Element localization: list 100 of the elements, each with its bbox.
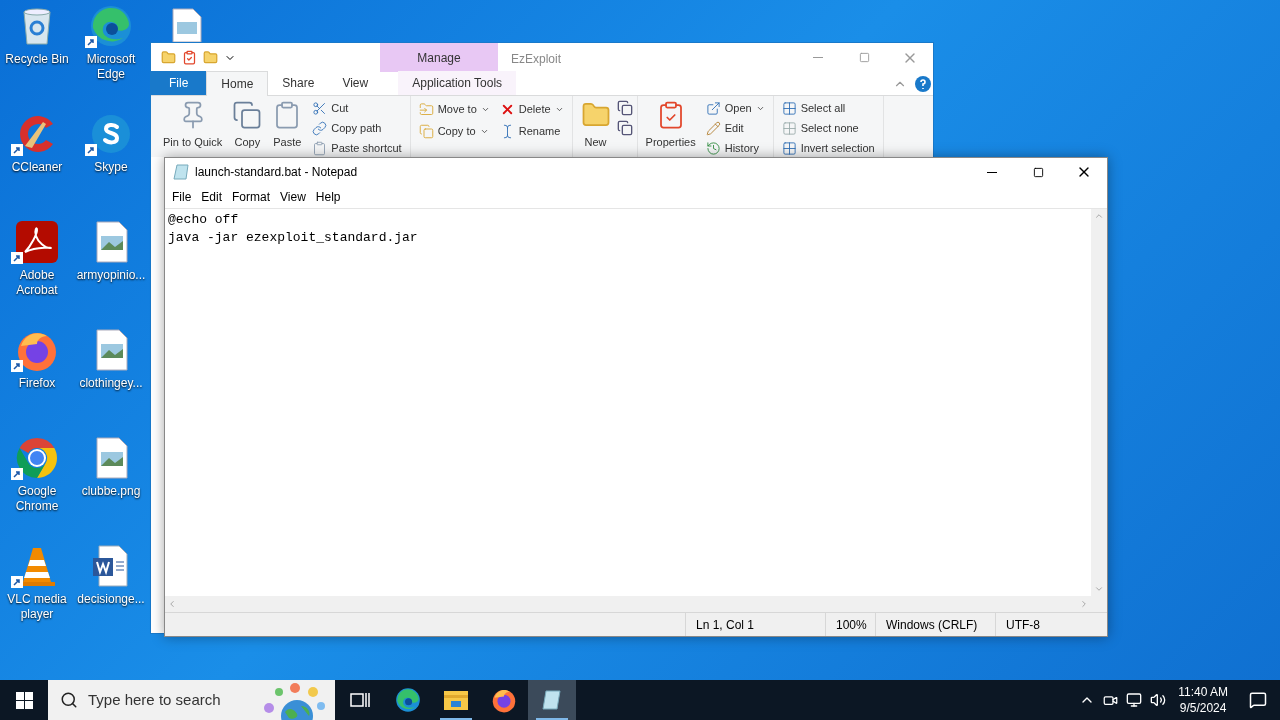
ribbon-button[interactable]: Edit	[701, 120, 769, 137]
folder-icon	[443, 689, 469, 711]
copy-icon	[418, 124, 434, 139]
grid-icon	[781, 121, 797, 136]
ribbon-button[interactable]: Paste	[268, 96, 307, 157]
search-icon	[60, 691, 78, 709]
copy-icon[interactable]	[616, 120, 633, 136]
shortcut-arrow-icon	[11, 360, 23, 372]
ribbon-button[interactable]: Copy	[228, 96, 267, 157]
maximize-icon	[1032, 166, 1044, 178]
scissors-icon	[312, 101, 328, 116]
desktop-icon-label[interactable]: armyopinio...	[75, 268, 147, 283]
ribbon-button[interactable]: Select none	[777, 120, 879, 137]
vertical-scrollbar[interactable]	[1091, 209, 1107, 596]
shortcut-arrow-icon	[11, 468, 23, 480]
window-title: EzExploit	[511, 51, 562, 68]
clock-icon	[705, 141, 721, 156]
firefox-logo-icon	[491, 687, 517, 713]
network-icon[interactable]	[1126, 692, 1143, 708]
desktop-icon-label[interactable]: CCleaner	[1, 160, 73, 175]
skype-logo-icon	[89, 112, 133, 156]
ribbon-tab[interactable]: View	[328, 71, 383, 95]
edge-logo-icon	[395, 687, 421, 713]
taskbar-app[interactable]	[528, 680, 576, 720]
status-field: UTF-8	[995, 613, 1107, 636]
ribbon-button[interactable]: Properties	[641, 96, 700, 157]
desktop-icon-label[interactable]: clubbe.png	[75, 484, 147, 499]
caret-icon	[480, 105, 490, 114]
desktop-icon-label[interactable]: Firefox	[1, 376, 73, 391]
edge-logo-icon	[89, 4, 133, 48]
desktop-icon-label[interactable]: Adobe Acrobat	[1, 268, 73, 298]
desktop-icon-label[interactable]: Microsoft Edge	[75, 52, 147, 82]
grid-icon	[781, 101, 797, 116]
notification-icon	[1249, 691, 1267, 709]
shortcut-arrow-icon	[11, 576, 23, 588]
pencil-icon	[705, 121, 721, 136]
context-tab-header: Manage	[380, 43, 498, 72]
folder-arrow-icon	[418, 102, 434, 117]
task-view-icon	[350, 691, 370, 709]
ribbon-button[interactable]: Copy to	[414, 122, 494, 141]
ribbon-tab[interactable]: Share	[268, 71, 329, 95]
menu-item[interactable]: Edit	[196, 188, 228, 206]
shortcut-arrow-icon	[11, 144, 23, 156]
checklist-icon[interactable]	[182, 50, 197, 65]
caret-icon	[479, 127, 489, 136]
ribbon-button[interactable]: Move to	[414, 100, 494, 119]
grid-icon	[781, 141, 797, 156]
clock[interactable]: 11:40 AM 9/5/2024	[1170, 684, 1236, 716]
windows-logo-icon	[15, 691, 33, 709]
maximize-icon	[858, 52, 870, 63]
status-field: 100%	[825, 613, 875, 636]
search-field[interactable]: Type here to search	[48, 680, 335, 720]
text-line: @echo off	[168, 211, 240, 229]
minimize-icon	[813, 57, 823, 58]
scroll-right-icon	[1079, 599, 1089, 609]
desktop-icon-label[interactable]: Skype	[75, 160, 147, 175]
text-line: java -jar ezexploit_standard.jar	[168, 229, 419, 247]
caret-icon	[755, 104, 765, 113]
caret-icon	[554, 105, 564, 114]
volume-icon[interactable]	[1150, 692, 1167, 708]
shortcut-arrow-icon	[85, 144, 97, 156]
menu-item[interactable]: View	[275, 188, 311, 206]
copy-icon[interactable]	[616, 100, 633, 116]
desktop-icon-label[interactable]: Recycle Bin	[1, 52, 73, 67]
ribbon-button[interactable]: Pin to Quick	[159, 96, 227, 157]
ribbon-tab[interactable]: File	[151, 71, 207, 95]
ribbon-button[interactable]: Invert selection	[777, 140, 879, 157]
acrobat-logo-icon	[15, 220, 59, 264]
desktop-icon-label[interactable]: Google Chrome	[1, 484, 73, 514]
ribbon-button[interactable]: Cut	[308, 100, 406, 117]
window-title: launch-standard.bat - Notepad	[195, 164, 358, 181]
shortcut-arrow-icon	[85, 36, 97, 48]
menu-item[interactable]: Help	[310, 188, 346, 206]
ribbon-tab[interactable]: Application Tools	[398, 71, 517, 95]
ribbon-button[interactable]: Delete	[495, 100, 568, 119]
ribbon-button[interactable]: Paste shortcut	[308, 140, 406, 157]
help-icon[interactable]	[915, 76, 931, 92]
text-editor[interactable]: @echo off java -jar ezexploit_standard.jar	[165, 209, 1091, 596]
ribbon-button[interactable]: Select all	[777, 100, 879, 117]
menu-item[interactable]: File	[167, 188, 197, 206]
notepad-icon	[541, 689, 563, 711]
ribbon-button[interactable]: Open	[701, 100, 769, 117]
horizontal-scrollbar[interactable]	[165, 596, 1091, 612]
ribbon-button[interactable]: Copy path	[308, 120, 406, 137]
desktop-icon-label[interactable]: decisionge...	[75, 592, 147, 607]
ribbon-button[interactable]: New	[576, 96, 615, 157]
chrome-logo-icon	[15, 436, 59, 480]
ribbon-tab[interactable]: Home	[206, 71, 269, 96]
menu-item[interactable]: Format	[227, 188, 276, 206]
ribbon-button[interactable]: History	[701, 140, 769, 157]
notepad-icon	[173, 164, 189, 180]
ribbon-button[interactable]: Rename	[495, 122, 568, 141]
scroll-up-icon	[1094, 211, 1104, 221]
clipboard-icon	[312, 141, 328, 156]
status-field: Ln 1, Col 1	[685, 613, 825, 636]
shortcut-arrow-icon	[11, 252, 23, 264]
desktop-icon-label[interactable]: clothingey...	[75, 376, 147, 391]
status-field: Windows (CRLF)	[875, 613, 995, 636]
link-icon	[312, 121, 328, 136]
desktop-icon-label[interactable]: VLC media player	[1, 592, 73, 622]
